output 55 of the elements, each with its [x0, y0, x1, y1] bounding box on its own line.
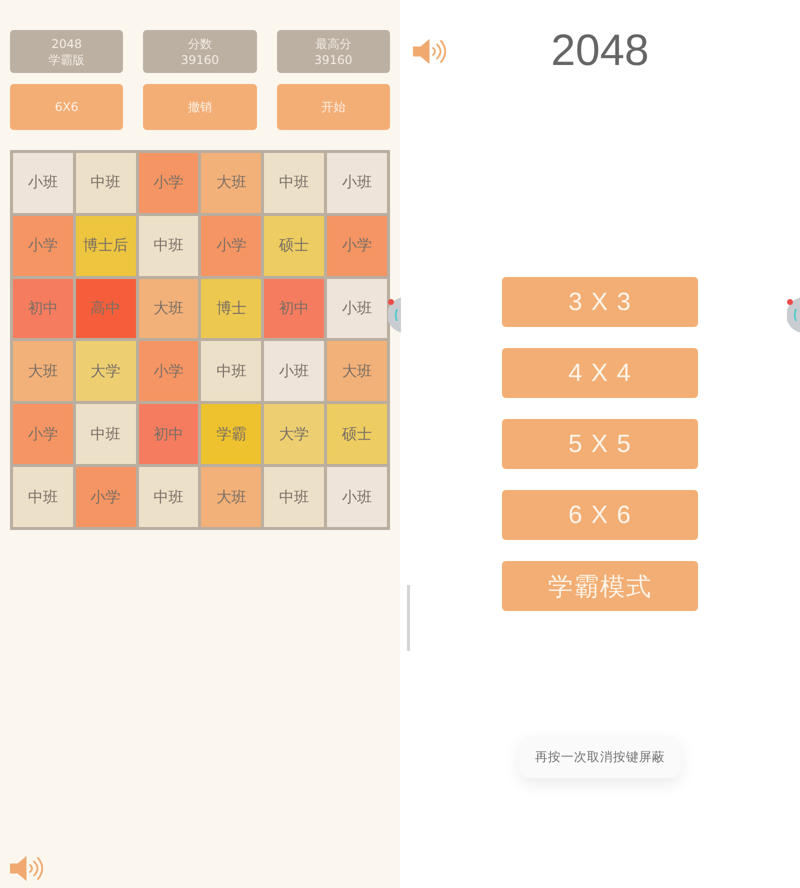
- game-tile: 小班: [327, 278, 387, 338]
- game-tile: 大班: [201, 467, 262, 527]
- game-tile: 学霸: [201, 404, 262, 464]
- game-tile: 大学: [76, 341, 136, 402]
- game-tile: 中班: [76, 153, 136, 213]
- game-tile: 小学: [138, 153, 198, 213]
- game-tile: 高中: [76, 278, 136, 338]
- game-tile: 大班: [138, 278, 198, 338]
- toast-message: 再按一次取消按键屏蔽: [519, 736, 681, 778]
- game-button[interactable]: 撤销: [143, 84, 257, 130]
- game-button[interactable]: 开始: [276, 84, 390, 130]
- edge-bar: [407, 585, 410, 651]
- game-tile: 中班: [264, 467, 324, 527]
- game-tile: 小学: [138, 341, 198, 402]
- game-tile: 博士: [201, 278, 262, 338]
- game-tile: 初中: [13, 278, 73, 338]
- game-tile: 大班: [201, 153, 262, 213]
- info-value: 39160: [314, 52, 352, 68]
- info-label: 分数: [188, 36, 212, 52]
- game-tile: 中班: [76, 404, 136, 464]
- mode-button[interactable]: 学霸模式: [502, 561, 698, 611]
- game-tile: 大班: [327, 341, 387, 402]
- mode-button[interactable]: 3 X 3: [502, 277, 698, 327]
- app-title: 2048: [551, 28, 649, 74]
- info-label: 2048: [51, 36, 82, 52]
- game-tile: 大学: [264, 404, 324, 464]
- game-tile: 初中: [138, 404, 198, 464]
- game-tile: 中班: [138, 467, 198, 527]
- speaker-icon[interactable]: [413, 38, 446, 64]
- game-tile: 大班: [13, 341, 73, 402]
- game-tile: 小班: [264, 341, 324, 402]
- info-value: 39160: [180, 52, 220, 68]
- game-tile: 中班: [201, 341, 262, 402]
- game-button[interactable]: 6X6: [10, 84, 124, 130]
- info-value: 学霸版: [48, 52, 85, 68]
- game-tile: 中班: [264, 153, 324, 213]
- game-tile: 小学: [13, 216, 73, 276]
- info-label: 最高分: [315, 36, 352, 52]
- game-tile: 小学: [327, 216, 387, 276]
- mode-button[interactable]: 5 X 5: [502, 419, 698, 469]
- game-tile: 博士后: [76, 216, 136, 276]
- game-tile: 小学: [201, 216, 262, 276]
- mode-button[interactable]: 6 X 6: [502, 490, 698, 540]
- game-tile: 硕士: [264, 216, 324, 276]
- game-tile: 中班: [138, 216, 198, 276]
- game-tile: 中班: [13, 467, 73, 527]
- game-tile: 小班: [13, 153, 73, 213]
- game-tile: 初中: [264, 278, 324, 338]
- game-tile: 小学: [13, 404, 73, 464]
- game-tile: 硕士: [327, 404, 387, 464]
- game-tile: 小班: [327, 153, 387, 213]
- game-tile: 小学: [76, 467, 136, 527]
- speaker-icon[interactable]: [10, 855, 43, 882]
- game-tile: 小班: [327, 467, 387, 527]
- mode-button[interactable]: 4 X 4: [502, 348, 698, 398]
